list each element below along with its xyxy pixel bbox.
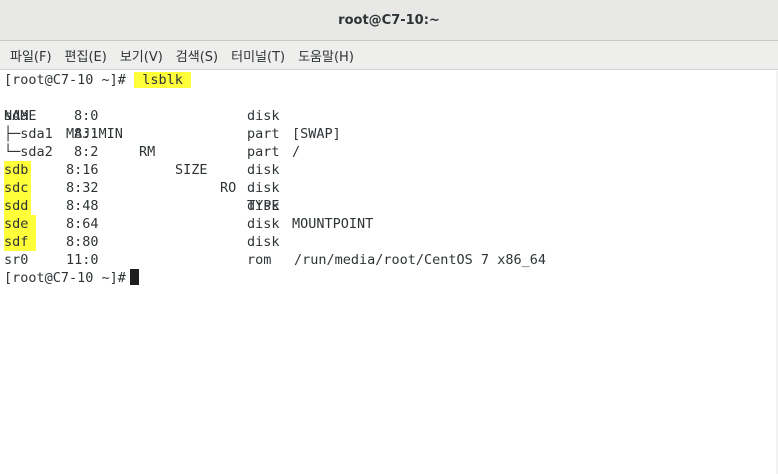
cell-majmin: 8:0 [74,108,99,124]
cell-name: └─sda2 [4,144,53,160]
cell-name: sdd [4,197,32,215]
menu-file[interactable]: 파일(F) [4,42,58,69]
cell-name: sdc [4,179,32,197]
cell-majmin: 11:0 [66,252,99,268]
command-line: [root@C7-10 ~]# lsblk [4,71,191,89]
terminal-window: root@C7-10:~ 파일(F) 편집(E) 보기(V) 검색(S) 터미널… [0,0,778,474]
cell-mount: / [292,144,301,160]
cell-majmin: 8:32 [66,180,99,196]
header-rm: RM [139,144,156,160]
cell-type: disk [247,198,280,214]
cell-name: sde [4,215,37,233]
header-mountpoint: MOUNTPOINT [292,216,374,232]
cell-type: disk [247,234,280,250]
cell-majmin: 8:16 [66,162,99,178]
cell-name: sdf [4,233,37,251]
cell-mount: [SWAP] [292,126,341,142]
shell-prompt: [root@C7-10 ~]# [4,72,126,88]
menu-terminal[interactable]: 터미널(T) [225,42,291,69]
menu-edit[interactable]: 편집(E) [59,42,113,69]
final-prompt-line: [root@C7-10 ~]# [4,269,139,287]
header-ro: RO [220,180,237,196]
terminal-output[interactable]: [root@C7-10 ~]# lsblk NAME MAJ:MIN RM SI… [2,71,776,472]
menu-search[interactable]: 검색(S) [170,42,224,69]
cell-majmin: 8:2 [74,144,99,160]
menu-view[interactable]: 보기(V) [114,42,169,69]
cell-type: rom [247,252,272,268]
menu-help[interactable]: 도움말(H) [292,42,360,69]
menu-bar: 파일(F) 편집(E) 보기(V) 검색(S) 터미널(T) 도움말(H) [0,41,778,70]
shell-prompt-2: [root@C7-10 ~]# [4,270,126,286]
cell-type: disk [247,180,280,196]
cell-name: ├─sda1 [4,126,53,142]
window-title: root@C7-10:~ [338,12,440,28]
cell-name: sdb [4,161,32,179]
cell-type: part [247,126,280,142]
cell-name: sda [4,108,29,124]
cell-majmin: 8:48 [66,198,99,214]
lsblk-header: NAME MAJ:MIN RM SIZE RO TYPE MOUNTPOINT [4,89,373,232]
cell-name: sr0 [4,252,29,268]
cell-type: disk [247,216,280,232]
command-text: lsblk [134,72,191,88]
cell-mount: /run/media/root/CentOS 7 x86_64 [294,252,546,268]
cell-majmin: 8:1 [74,126,99,142]
cell-type: disk [247,162,280,178]
cell-type: disk [247,108,280,124]
cell-majmin: 8:80 [66,234,99,250]
text-cursor [129,269,139,285]
cell-type: part [247,144,280,160]
header-size: SIZE [175,162,208,178]
cell-majmin: 8:64 [66,216,99,232]
title-bar[interactable]: root@C7-10:~ [0,0,778,41]
